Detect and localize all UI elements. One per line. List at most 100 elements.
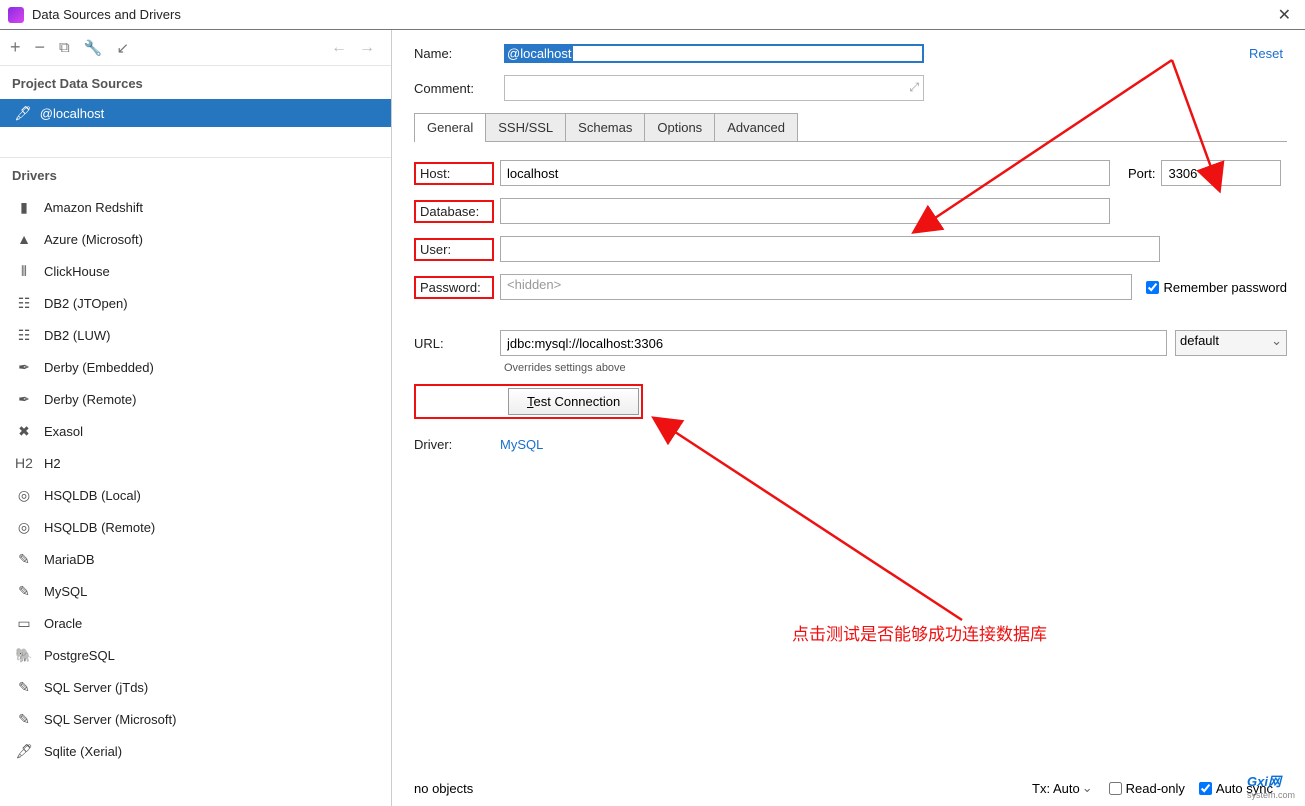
user-label: User: [414, 238, 494, 261]
chevron-down-icon: ⌄ [1271, 333, 1282, 349]
driver-item[interactable]: ✒ Derby (Embedded) [0, 351, 391, 383]
port-input[interactable] [1161, 160, 1281, 186]
driver-icon: H2 [14, 455, 34, 471]
name-input[interactable]: @localhost [504, 44, 924, 63]
no-objects-label: no objects [414, 781, 473, 796]
host-label: Host: [414, 162, 494, 185]
driver-label: MariaDB [44, 552, 95, 567]
driver-item[interactable]: 🐘 PostgreSQL [0, 639, 391, 671]
window-title: Data Sources and Drivers [32, 7, 1272, 22]
driver-icon: ☷ [14, 327, 34, 344]
remember-password-checkbox[interactable]: Remember password [1146, 280, 1287, 295]
tab-bar: General SSH/SSL Schemas Options Advanced [414, 113, 1287, 142]
driver-label: Oracle [44, 616, 82, 631]
remove-button[interactable]: − [35, 37, 46, 58]
feather-icon: 🖋 [14, 105, 32, 122]
driver-item[interactable]: H2 H2 [0, 447, 391, 479]
driver-icon: ✒ [14, 359, 34, 376]
title-bar: Data Sources and Drivers ✕ [0, 0, 1305, 30]
driver-label: DB2 (JTOpen) [44, 296, 128, 311]
tab-general[interactable]: General [414, 113, 486, 141]
copy-button[interactable]: ⧉ [59, 39, 70, 56]
driver-label: Derby (Remote) [44, 392, 136, 407]
driver-icon: ◎ [14, 487, 34, 504]
driver-icon: ✎ [14, 583, 34, 600]
driver-item[interactable]: ✎MySQL [0, 575, 391, 607]
password-input[interactable]: <hidden> [500, 274, 1132, 300]
tab-schemas[interactable]: Schemas [565, 113, 645, 141]
data-source-item[interactable]: 🖋 @localhost [0, 99, 391, 127]
drivers-list: ▮Amazon Redshift ▲ Azure (Microsoft) ⦀Click… [0, 191, 391, 806]
driver-icon: ▭ [14, 615, 34, 632]
driver-icon: 🖋 [14, 743, 34, 760]
driver-icon: ▲ [14, 231, 34, 247]
user-input[interactable] [500, 236, 1160, 262]
driver-item[interactable]: 🖋Sqlite (Xerial) [0, 735, 391, 767]
driver-icon: ◎ [14, 519, 34, 536]
tx-auto-select[interactable]: Tx: Auto⌄ [1032, 780, 1093, 796]
nav-back-icon[interactable]: ← [331, 39, 347, 57]
url-mode-select[interactable]: default ⌄ [1175, 330, 1287, 356]
driver-label: SQL Server (Microsoft) [44, 712, 176, 727]
driver-label: HSQLDB (Remote) [44, 520, 155, 535]
driver-label: Driver: [414, 437, 500, 452]
read-only-checkbox[interactable]: Read-only [1109, 781, 1185, 796]
comment-label: Comment: [414, 81, 504, 96]
driver-item[interactable]: ▭ Oracle [0, 607, 391, 639]
database-input[interactable] [500, 198, 1110, 224]
driver-item[interactable]: ◎ HSQLDB (Remote) [0, 511, 391, 543]
driver-label: SQL Server (jTds) [44, 680, 148, 695]
driver-icon: 🐘 [14, 647, 34, 664]
tab-advanced[interactable]: Advanced [714, 113, 798, 141]
driver-item[interactable]: ✎ SQL Server (jTds) [0, 671, 391, 703]
driver-icon: ✖ [14, 423, 34, 440]
driver-icon: ✎ [14, 679, 34, 696]
expand-icon[interactable]: ⤢ [909, 80, 919, 95]
driver-item[interactable]: ✖ Exasol [0, 415, 391, 447]
driver-item[interactable]: ▮Amazon Redshift [0, 191, 391, 223]
import-button[interactable]: ↙ [116, 39, 129, 57]
left-panel: + − ⧉ 🔧 ↙ ← → Project Data Sources 🖋 @lo… [0, 30, 392, 806]
driver-link[interactable]: MySQL [500, 437, 543, 452]
driver-icon: ⦀ [14, 263, 34, 280]
override-note: Overrides settings above [504, 362, 1287, 374]
test-connection-highlight: Test Connection [414, 384, 643, 419]
driver-item[interactable]: ⦀ClickHouse [0, 255, 391, 287]
comment-input[interactable]: ⤢ [504, 75, 924, 101]
driver-item[interactable]: ◎ HSQLDB (Local) [0, 479, 391, 511]
driver-label: H2 [44, 456, 61, 471]
driver-label: HSQLDB (Local) [44, 488, 141, 503]
driver-item[interactable]: ▲ Azure (Microsoft) [0, 223, 391, 255]
driver-label: Exasol [44, 424, 83, 439]
driver-label: Azure (Microsoft) [44, 232, 143, 247]
driver-item[interactable]: ✒ Derby (Remote) [0, 383, 391, 415]
reset-link[interactable]: Reset [1249, 46, 1283, 61]
nav-forward-icon[interactable]: → [359, 39, 375, 57]
tab-ssh-ssl[interactable]: SSH/SSL [485, 113, 566, 141]
app-icon [8, 7, 24, 23]
settings-button[interactable]: 🔧 [84, 39, 103, 57]
driver-icon: ☷ [14, 295, 34, 312]
right-panel: Reset Name: @localhost Comment: ⤢ Genera… [392, 30, 1305, 806]
close-icon[interactable]: ✕ [1272, 5, 1297, 25]
driver-item[interactable]: ☷ DB2 (JTOpen) [0, 287, 391, 319]
driver-icon: ✎ [14, 711, 34, 728]
driver-label: Derby (Embedded) [44, 360, 154, 375]
project-data-sources-header: Project Data Sources [0, 66, 391, 99]
left-toolbar: + − ⧉ 🔧 ↙ ← → [0, 30, 391, 66]
name-label: Name: [414, 46, 504, 61]
password-label: Password: [414, 276, 494, 299]
annotation-text: 点击测试是否能够成功连接数据库 [792, 620, 1047, 645]
driver-item[interactable]: ✎ SQL Server (Microsoft) [0, 703, 391, 735]
tab-options[interactable]: Options [644, 113, 715, 141]
driver-label: PostgreSQL [44, 648, 115, 663]
add-button[interactable]: + [10, 37, 21, 58]
url-input[interactable] [500, 330, 1167, 356]
driver-icon: ✒ [14, 391, 34, 408]
driver-label: Amazon Redshift [44, 200, 143, 215]
drivers-header: Drivers [0, 158, 391, 191]
test-connection-button[interactable]: Test Connection [508, 388, 639, 415]
host-input[interactable] [500, 160, 1110, 186]
driver-item[interactable]: ✎MariaDB [0, 543, 391, 575]
driver-item[interactable]: ☷DB2 (LUW) [0, 319, 391, 351]
